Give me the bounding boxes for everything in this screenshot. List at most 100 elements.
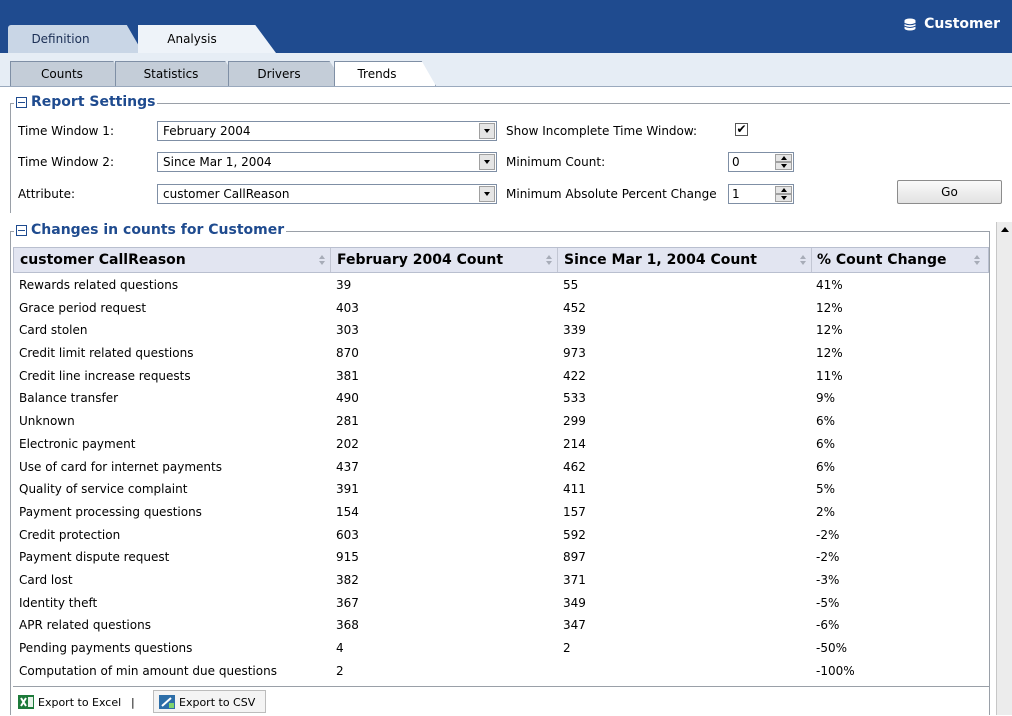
stepper-down-icon[interactable] — [775, 162, 792, 170]
table-row: Unknown 281 299 6% — [13, 411, 989, 434]
table-cell: -2% — [816, 527, 840, 542]
entity-indicator: Customer — [904, 16, 1000, 32]
tab-statistics[interactable]: Statistics — [115, 61, 243, 86]
table-cell: 6% — [816, 436, 836, 451]
table-row: Balance transfer 490 533 9% — [13, 388, 989, 411]
sort-icon[interactable] — [319, 253, 325, 267]
table-row: Rewards related questions 39 55 41% — [13, 275, 989, 298]
table-cell: 9% — [816, 391, 836, 406]
export-csv-label: Export to CSV — [179, 695, 256, 709]
table-cell: 2% — [816, 504, 836, 519]
chevron-down-icon[interactable] — [479, 186, 495, 202]
table-cell: 12% — [816, 346, 843, 361]
tab-statistics-label: Statistics — [143, 67, 199, 81]
table-cell: 39 — [336, 278, 352, 292]
table-cell: 303 — [336, 323, 359, 338]
table-row: Credit protection 603 592 -2% — [13, 525, 989, 548]
table-row: Payment processing questions 154 157 2% — [13, 502, 989, 525]
time-window-2-value: Since Mar 1, 2004 — [163, 155, 272, 169]
table-cell: 349 — [563, 595, 586, 610]
table-cell: 12% — [816, 300, 843, 315]
table-cell: 403 — [336, 300, 359, 315]
table-cell: Rewards related questions — [19, 278, 179, 292]
table-cell: 371 — [563, 572, 586, 587]
collapse-icon[interactable] — [16, 96, 27, 108]
table-cell: 11% — [816, 368, 843, 383]
table-row: Pending payments questions 4 2 -50% — [13, 638, 989, 661]
time-window-1-select[interactable]: February 2004 — [157, 121, 497, 141]
chevron-down-icon[interactable] — [479, 154, 495, 170]
table-cell: 381 — [336, 368, 359, 383]
column-header-call-reason[interactable]: customer CallReason — [20, 248, 186, 272]
table-row: Identity theft 367 349 -5% — [13, 593, 989, 616]
table-cell: 214 — [563, 436, 586, 451]
entity-label: Customer — [924, 16, 1000, 32]
column-header-feb-count[interactable]: February 2004 Count — [337, 248, 503, 272]
tab-counts-label: Counts — [41, 67, 83, 81]
minimum-count-stepper[interactable]: 0 — [728, 152, 794, 172]
table-row: Card lost 382 371 -3% — [13, 570, 989, 593]
stepper-down-icon[interactable] — [775, 194, 792, 202]
table-cell: Unknown — [19, 414, 75, 429]
app-header: Customer Definition Analysis — [0, 0, 1012, 53]
table-row: Credit line increase requests 381 422 11% — [13, 366, 989, 389]
table-cell: 157 — [563, 504, 586, 519]
show-incomplete-checkbox[interactable]: ✔ — [735, 123, 748, 136]
table-cell: 5% — [816, 482, 836, 497]
table-cell: 897 — [563, 550, 586, 565]
table-cell: 202 — [336, 436, 359, 451]
stepper-up-icon[interactable] — [775, 154, 792, 162]
table-cell: -100% — [816, 663, 855, 678]
table-cell: 533 — [563, 391, 586, 406]
show-incomplete-label: Show Incomplete Time Window: — [506, 124, 698, 138]
tab-definition[interactable]: Definition — [8, 25, 143, 53]
sort-icon[interactable] — [546, 253, 552, 267]
vertical-scrollbar[interactable] — [996, 222, 1012, 715]
table-cell: 2 — [336, 663, 344, 678]
table-cell: 4 — [336, 641, 344, 655]
table-cell: 2 — [563, 641, 571, 655]
export-excel-label: Export to Excel — [38, 695, 122, 709]
database-icon — [904, 18, 916, 30]
table-cell: Quality of service complaint — [19, 482, 188, 497]
changes-title: Changes in counts for Customer — [31, 222, 285, 238]
time-window-2-select[interactable]: Since Mar 1, 2004 — [157, 152, 497, 172]
changes-header[interactable]: Changes in counts for Customer — [14, 222, 287, 238]
table-cell: 41% — [816, 278, 843, 292]
go-button[interactable]: Go — [897, 180, 1002, 204]
sort-icon[interactable] — [800, 253, 806, 267]
table-cell: 490 — [336, 391, 359, 406]
export-csv-button[interactable]: Export to CSV — [159, 692, 255, 712]
table-row: Payment dispute request 915 897 -2% — [13, 547, 989, 570]
minimum-count-label: Minimum Count: — [506, 155, 606, 169]
table-cell: Identity theft — [19, 595, 98, 610]
attribute-select[interactable]: customer CallReason — [157, 184, 497, 204]
column-header-mar-count[interactable]: Since Mar 1, 2004 Count — [564, 248, 757, 272]
table-cell: Use of card for internet payments — [19, 459, 222, 474]
tab-counts[interactable]: Counts — [10, 61, 130, 86]
table-row: Electronic payment 202 214 6% — [13, 434, 989, 457]
report-settings-title: Report Settings — [31, 94, 156, 110]
report-settings-header[interactable]: Report Settings — [14, 94, 158, 110]
tab-analysis[interactable]: Analysis — [138, 25, 276, 53]
table-cell: 391 — [336, 482, 359, 497]
sort-icon[interactable] — [974, 253, 980, 267]
tab-drivers[interactable]: Drivers — [228, 61, 346, 86]
table-cell: 452 — [563, 300, 586, 315]
scroll-up-icon[interactable] — [1001, 227, 1009, 232]
minimum-count-value: 0 — [732, 155, 740, 169]
table-cell: 299 — [563, 414, 586, 429]
tab-trends-label: Trends — [357, 67, 397, 81]
min-abs-pct-change-stepper[interactable]: 1 — [728, 184, 794, 204]
tab-trends[interactable]: Trends — [334, 61, 436, 86]
column-header-pct-change[interactable]: % Count Change — [817, 248, 946, 272]
attribute-value: customer CallReason — [163, 187, 290, 201]
table-row: APR related questions 368 347 -6% — [13, 615, 989, 638]
stepper-up-icon[interactable] — [775, 186, 792, 194]
chevron-down-icon[interactable] — [479, 123, 495, 139]
table-cell: 973 — [563, 346, 586, 361]
table-cell: Card lost — [19, 572, 73, 587]
collapse-icon[interactable] — [16, 224, 27, 236]
export-excel-button[interactable]: Export to Excel — [18, 692, 121, 712]
table-cell: 462 — [563, 459, 586, 474]
